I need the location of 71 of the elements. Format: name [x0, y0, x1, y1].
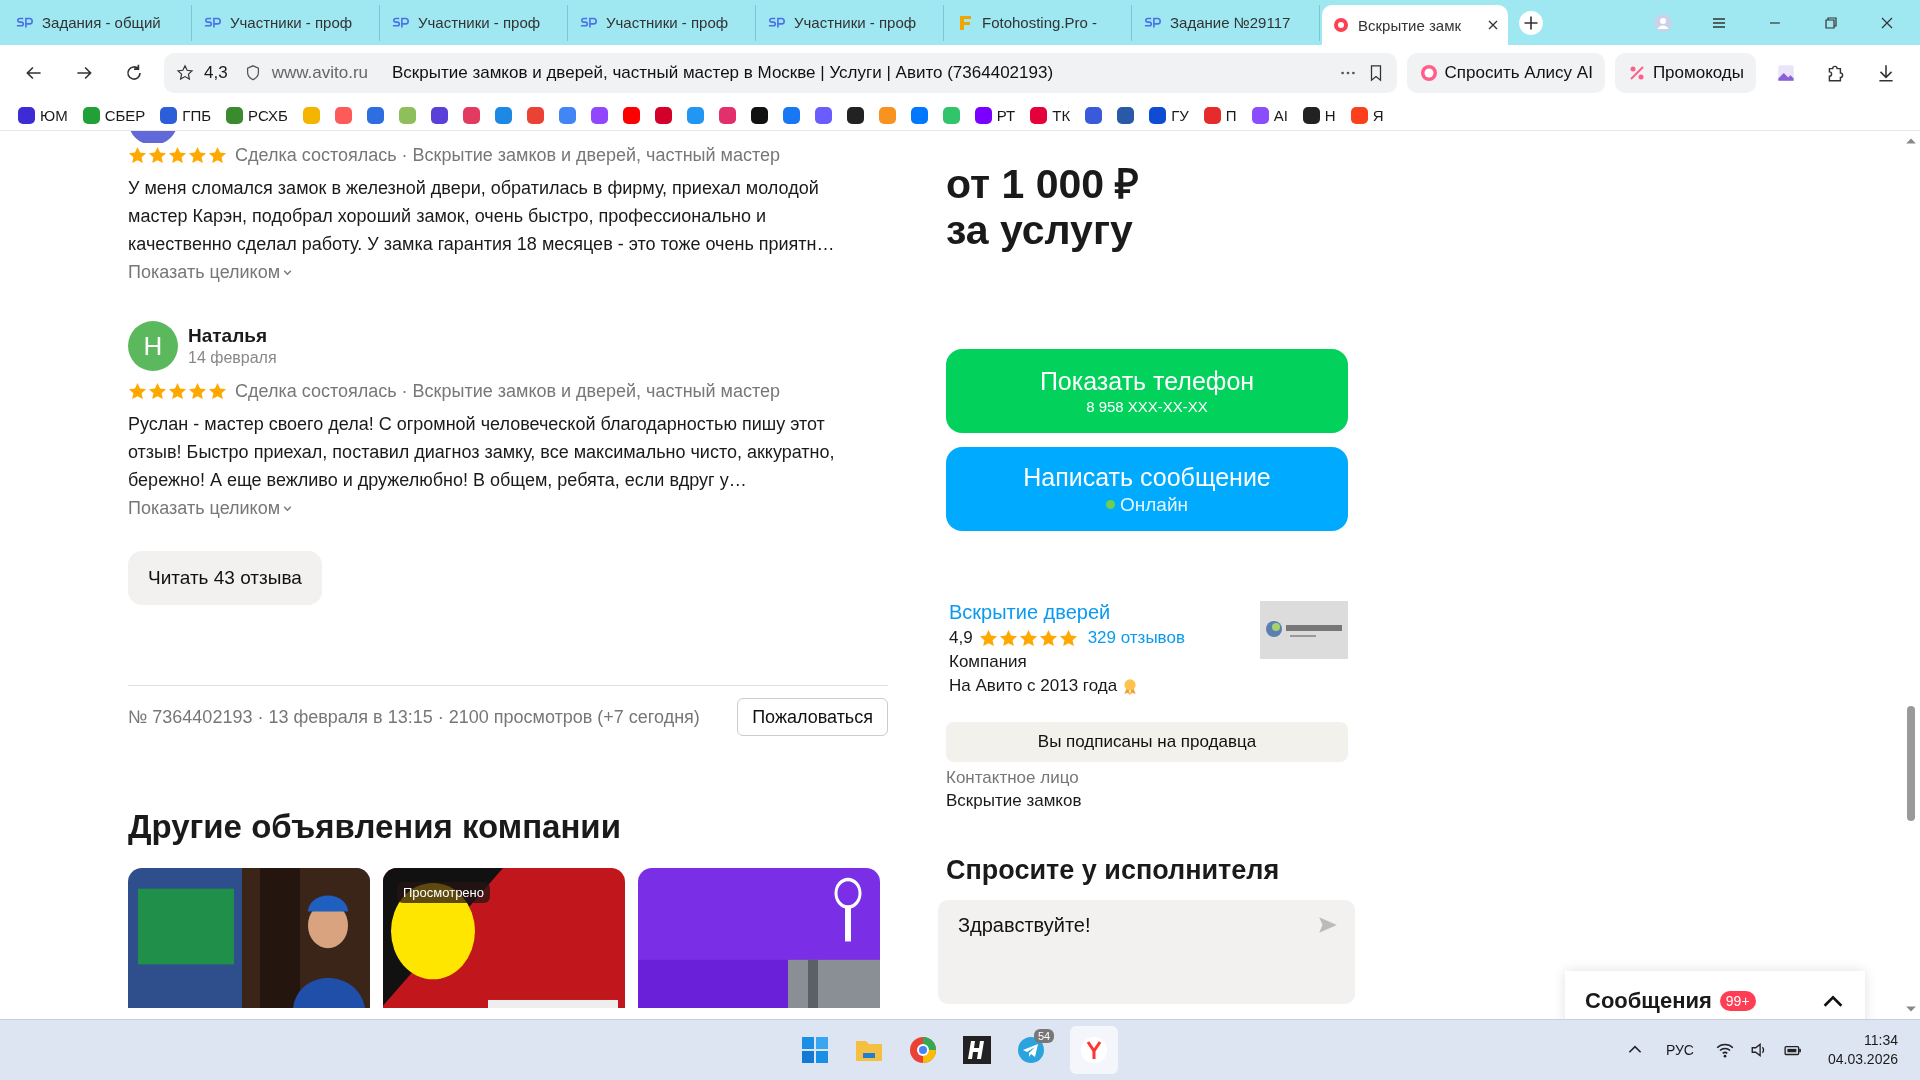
message-field[interactable]: Здравствуйте! — [938, 900, 1355, 1004]
wifi-icon[interactable] — [1715, 1041, 1734, 1059]
browser-tab[interactable]: Участники - проф — [758, 4, 944, 41]
show-full-link[interactable]: Показать целиком — [128, 262, 294, 283]
scrollbar-thumb[interactable] — [1907, 706, 1915, 821]
listing-meta: № 7364402193 · 13 февраля в 13:15 · 2100 просмотров (+7 сегодня) — [128, 706, 700, 728]
bookmark-item[interactable]: Я — [1350, 106, 1384, 124]
close-icon[interactable] — [1488, 20, 1498, 30]
star-icon — [176, 63, 194, 82]
seller-type: Компания — [949, 652, 1028, 672]
clock-time[interactable]: 11:34 — [1864, 1031, 1898, 1050]
messages-panel[interactable]: Сообщения 99+ — [1565, 971, 1865, 1019]
bookmark-item[interactable]: ГУ — [1149, 106, 1189, 124]
promo-codes-button[interactable]: Промокоды — [1614, 52, 1756, 93]
page-title: Вскрытие замков и дверей, частный мастер в Москве | Услуги | Авито (7364402193) — [392, 62, 1054, 83]
windows-start-icon[interactable] — [800, 1035, 830, 1065]
bookmark-icon[interactable] — [846, 106, 864, 124]
bookmark-item[interactable]: ТК — [1030, 106, 1071, 124]
bookmark-item[interactable]: ЮМ — [18, 106, 68, 124]
new-tab-icon[interactable] — [1518, 9, 1544, 36]
user-avatar: Н — [128, 321, 178, 371]
show-full-link[interactable]: Показать целиком — [128, 498, 294, 519]
bookmark-item[interactable]: Н — [1302, 106, 1336, 124]
active-app-tile[interactable] — [1070, 1026, 1118, 1074]
h-app-icon[interactable] — [962, 1035, 992, 1065]
site-rating: 4,3 — [204, 62, 228, 83]
contact-label: Контактное лицо — [946, 768, 1080, 788]
language-indicator[interactable]: РУС — [1665, 1042, 1694, 1058]
section-heading: Другие объявления компании — [128, 808, 622, 846]
bookmark-item[interactable]: AI — [1251, 106, 1288, 124]
deal-info: Сделка состоялась · Вскрытие замков и дверей, частный мастер — [235, 381, 781, 402]
review-text: Руслан - мастер своего дела! С огромной человеческой благодарностью пишу этот отзыв! Быстро приехал, поставил диагноз замку, все максимально чисто, аккуратно, бережно! А еще вежливо и дружелюбно! В общем, ребята, если вдруг у… — [128, 413, 836, 492]
ask-alice-button[interactable]: Спросить Алису AI — [1406, 52, 1605, 93]
record-icon — [1332, 17, 1350, 33]
review-text: У меня сломался замок в железной двери, обратилась в фирму, приехал молодой мастер Карэн, подобрал хороший замок, очень быстро, профессионально и качественно сделал работу. У замка гарантия 18 месяцев - это тоже очень приятн… — [128, 177, 836, 256]
review-date: 14 февраля — [188, 349, 277, 367]
read-reviews-button[interactable]: Читать 43 отзыва — [128, 551, 322, 605]
browser-tab[interactable]: Участники - проф — [382, 4, 568, 41]
price: от 1 000 ₽ за услугу — [946, 161, 1141, 253]
messages-label: Сообщения — [1585, 988, 1712, 1014]
y-logo-icon — [1079, 1035, 1109, 1065]
clock-date[interactable]: 04.03.2026 — [1827, 1050, 1898, 1069]
bookmark-item[interactable]: СБЕР — [82, 106, 146, 124]
bookmark-item[interactable]: РСХБ — [226, 106, 288, 124]
viewed-badge: Просмотрено — [397, 882, 490, 903]
subscribed-button[interactable]: Вы подписаны на продавца — [946, 722, 1348, 762]
bookmark-icon[interactable] — [430, 106, 448, 124]
bookmark-icon[interactable] — [750, 106, 768, 124]
contact-name: Вскрытие замков — [946, 791, 1083, 811]
ring-icon — [1418, 62, 1439, 83]
reviewer-name: Наталья — [188, 325, 268, 347]
unread-badge: 99+ — [1719, 991, 1756, 1011]
browser-tab[interactable]: Fotohosting.Pro - — [946, 4, 1132, 41]
seller-since: На Авито с 2013 года — [949, 676, 1118, 696]
browser-tab[interactable]: Задание №29117 — [1134, 4, 1320, 41]
bookmark-item[interactable]: РТ — [974, 106, 1016, 124]
browser-tab[interactable]: Участники - проф — [570, 4, 756, 41]
browser-tab[interactable]: Вскрытие замк — [1322, 5, 1508, 45]
browser-icon[interactable] — [908, 1035, 938, 1065]
url-domain: www.avito.ru — [271, 62, 368, 83]
bookmark-icon[interactable] — [1117, 106, 1135, 124]
section-heading: Спросите у исполнителя — [946, 855, 1281, 886]
complain-button[interactable]: Пожаловаться — [737, 698, 888, 736]
address-bar[interactable]: 4,3 www.avito.ru Вскрытие замков и дверей, частный мастер в Москве | Услуги | Авито (7364402193) — [164, 52, 1397, 93]
deal-info: Сделка состоялась · Вскрытие замков и дверей, частный мастер — [235, 145, 781, 166]
browser-tab[interactable]: Задания - общий — [6, 4, 192, 41]
bookmark-item[interactable]: ГПБ — [160, 106, 212, 124]
bookmark-item[interactable]: П — [1203, 106, 1237, 124]
notification-badge: 54 — [1034, 1029, 1055, 1043]
seller-rating: 4,9 — [949, 628, 973, 648]
browser-tab[interactable]: Участники - проф — [194, 4, 380, 41]
